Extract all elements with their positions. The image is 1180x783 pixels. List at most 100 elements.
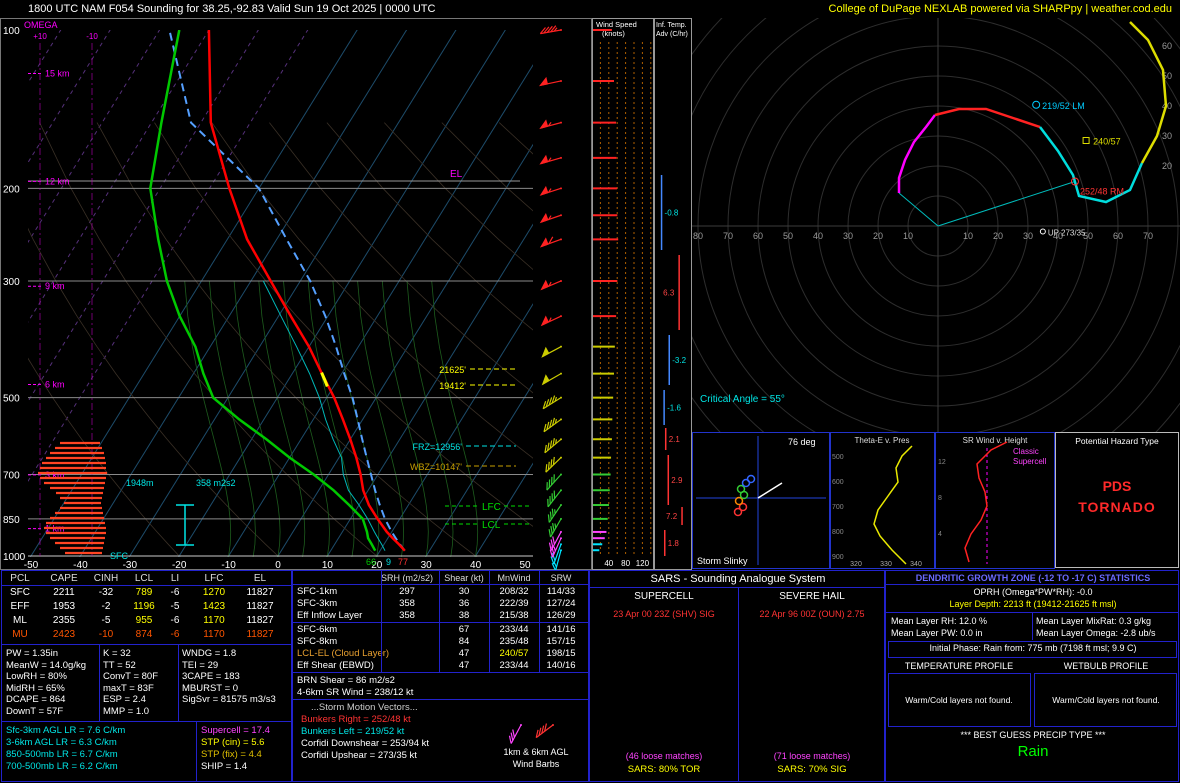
circle [560, 530, 562, 533]
thetae-curve [873, 445, 913, 565]
slinky-dot [734, 496, 744, 506]
wind-barb [539, 25, 562, 35]
divider [489, 571, 490, 672]
mean-wind-label: 240/57 [1093, 137, 1121, 147]
omega-label: OMEGA [24, 20, 58, 30]
advection-value: -3.2 [672, 356, 686, 365]
sfc-temp-f: 77 [398, 557, 408, 567]
polygon [541, 374, 550, 386]
composite-index: STP (fix) = 4.4 [201, 749, 262, 760]
storm-motion-vector: Corfidi Downshear = 253/94 kt [301, 738, 430, 749]
panel-title: Theta-E v. Pres [855, 436, 910, 445]
temp-tick: -50 [24, 560, 39, 570]
lapse-rate: 700-500mb LR = 6.2 C/km [6, 761, 118, 772]
divider [886, 584, 1178, 585]
polygon [538, 76, 549, 87]
kinematics-header: SRW [550, 573, 572, 583]
temp-tick: 30 [421, 560, 433, 570]
temp-advection-panel: Inf. Temp. Adv (C/hr) -0.8 6.3 -3.2 -1.6 2.1 2.… [654, 18, 692, 570]
thetae-y-tick: 500 [832, 454, 844, 461]
lm-label: 219/52 LM [1042, 101, 1085, 111]
advection-value: 6.3 [663, 289, 675, 298]
sars-hail-header: SEVERE HAIL [779, 591, 845, 602]
line [510, 732, 514, 741]
ring-label: 20 [993, 231, 1003, 241]
wind-barb [539, 236, 562, 248]
wind-barb [544, 438, 562, 454]
height-tick: 6 km [45, 379, 65, 389]
divider [293, 622, 588, 623]
thermo-cell-mu-lfc: 1170 [203, 629, 225, 640]
thermo-index: MBURST = 0 [182, 682, 239, 694]
kinematics-row-label: LCL-EL (Cloud Layer) [297, 648, 390, 659]
temp-tick: 0 [275, 560, 281, 570]
circle [560, 549, 562, 552]
advection-value: -1.6 [667, 404, 681, 413]
dgz-bottom-label: 19412' [439, 381, 466, 391]
divider [2, 644, 291, 645]
thermo-cell-mu-cinh: -10 [98, 629, 114, 640]
thermo-cell-eff-cinh: -2 [101, 601, 111, 612]
el-label: EL [450, 169, 463, 180]
thermo-index: K = 32 [103, 648, 131, 659]
line [552, 523, 555, 532]
sars-hail-loose: (71 loose matches) [773, 751, 851, 761]
temp-profile-text: Warm/Cold layers not found. [905, 695, 1013, 705]
wind-barb [539, 212, 562, 224]
isotherm [0, 28, 13, 563]
wind-barb [540, 279, 562, 291]
pressure-tick: 1000 [3, 552, 26, 563]
thermo-cell-ml-cinh: -5 [101, 615, 111, 626]
temp-tick: -10 [221, 560, 236, 570]
sounding-traces [149, 30, 406, 552]
circle [560, 543, 562, 546]
wind-barb [545, 456, 562, 473]
hodo-ring [692, 18, 1180, 432]
dry-adiabat [441, 122, 533, 212]
temperature-trace [207, 30, 406, 552]
dgz-title: DENDRITIC GROWTH ZONE (-12 TO -17 C) STA… [915, 573, 1151, 583]
v-axis-label: 60 [1162, 41, 1172, 51]
line [553, 546, 556, 552]
slinky-vector [757, 482, 783, 499]
polygon [541, 346, 550, 358]
thermo-cell-ml-name: ML [13, 615, 27, 626]
lm-marker [1032, 100, 1041, 109]
height-tick: 9 km [45, 281, 65, 291]
ring-label: 40 [813, 231, 823, 241]
hazard-value-line2: TORNADO [1078, 499, 1156, 515]
circle [560, 473, 562, 476]
composite-index: Supercell = 17.4 [201, 725, 270, 736]
pressure-tick: 100 [3, 26, 20, 37]
line [555, 439, 558, 444]
best-guess-header: *** BEST GUESS PRECIP TYPE *** [960, 730, 1106, 740]
storm-motion-vector: Corfidi Upshear = 273/35 kt [301, 750, 417, 761]
freezing-level-label: FRZ=12956' [413, 442, 463, 452]
temp-tick: 40 [470, 560, 482, 570]
kinematics-srw: 157/15 [546, 636, 576, 647]
skewt-diagram: 100 200 300 500 700 850 1000-50 -40 -30 -20 -10 0 10… [0, 18, 592, 570]
hodo-ring [692, 18, 1180, 432]
sr-wind-4-6km: 4-6km SR Wind = 238/12 kt [297, 687, 414, 698]
polygon [540, 279, 549, 291]
line [552, 536, 556, 545]
v-axis-label: 30 [1162, 131, 1172, 141]
thermo-cell-sfc-lcl: 789 [135, 587, 153, 598]
hazard-panel: Potential Hazard Type PDS TORNADO [1055, 432, 1179, 568]
thetae-x-tick: 320 [850, 561, 862, 568]
height-tick: 15 km [45, 69, 70, 79]
line [545, 464, 548, 473]
thermo-cell-sfc-el: 11827 [246, 587, 274, 598]
wetbulb-profile-header: WETBULB PROFILE [1063, 661, 1149, 671]
mean-wind-marker [1082, 137, 1090, 144]
dry-adiabat [28, 227, 280, 557]
divider [1032, 612, 1033, 640]
line [547, 514, 550, 523]
parcel-trace [168, 30, 406, 552]
circle [560, 372, 562, 375]
thermo-index: MMP = 1.0 [103, 705, 150, 717]
speed-axis-label: 120 [636, 559, 650, 568]
kinematics-row-label: SFC-1km [297, 586, 338, 597]
hodograph-trace [897, 114, 936, 193]
wind-speed-panel: Wind Speed(knots)40 80 120 [592, 18, 654, 570]
